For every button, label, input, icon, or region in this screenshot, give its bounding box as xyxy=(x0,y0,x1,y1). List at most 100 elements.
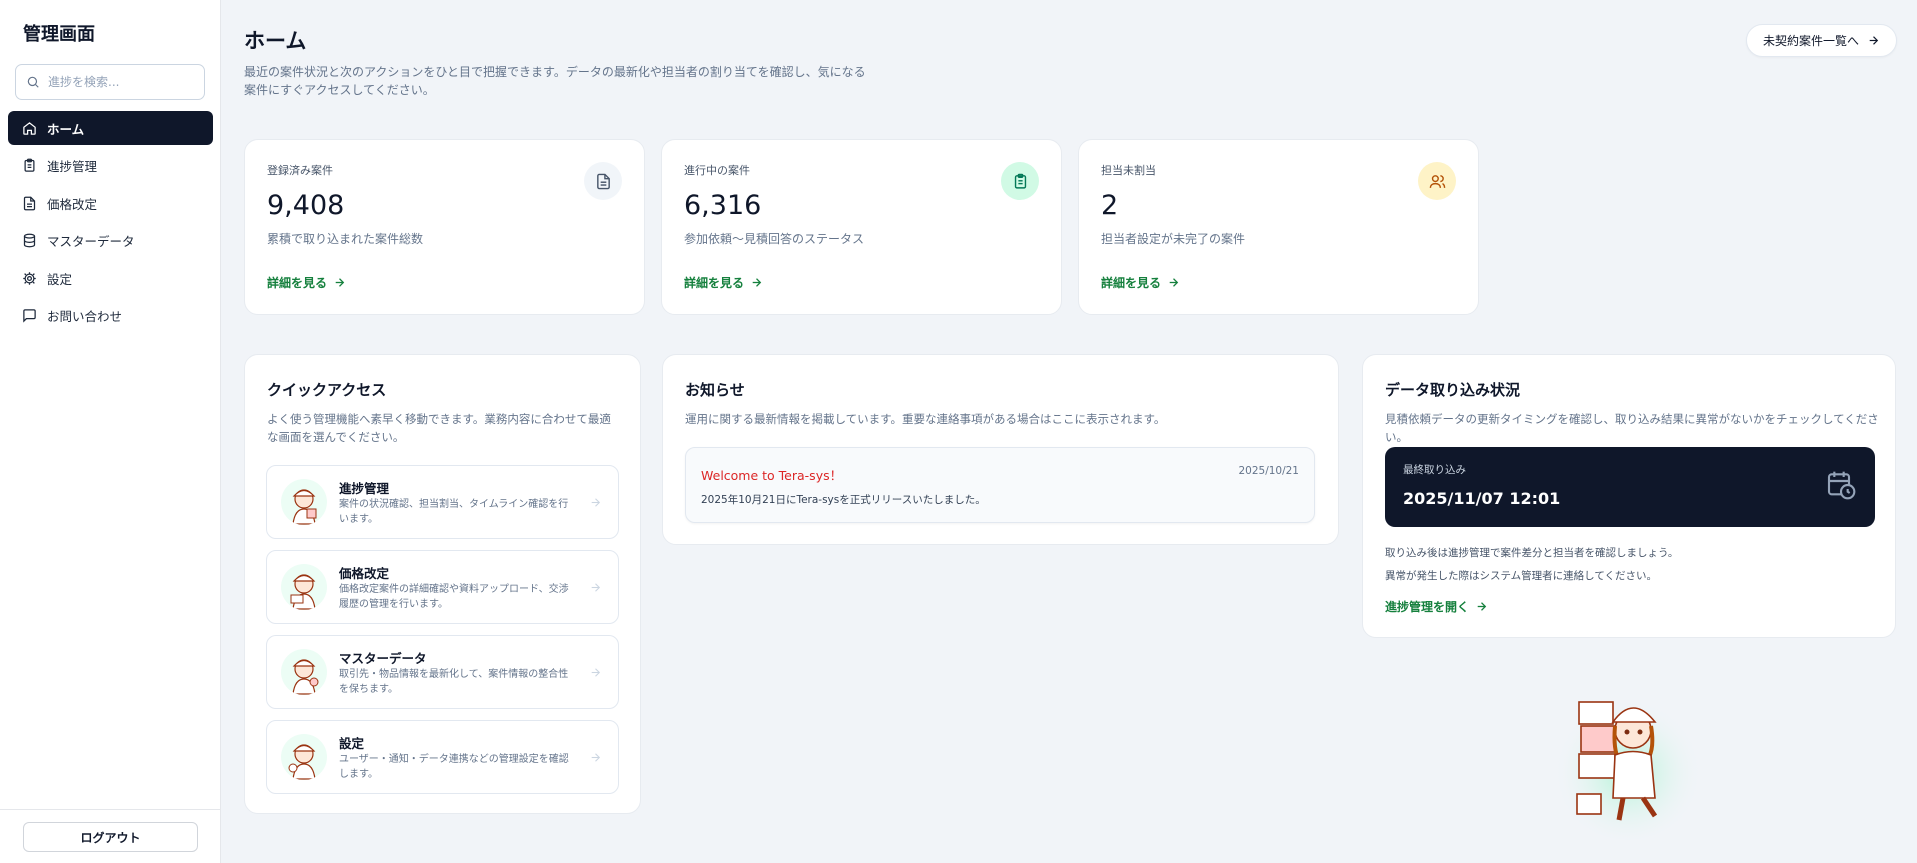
quick-access-item-progress[interactable]: 進捗管理 案件の状況確認、担当割当、タイムライン確認を行います。 xyxy=(266,465,619,539)
sidebar-item-label: 価格改定 xyxy=(47,196,98,212)
stat-detail-link[interactable]: 詳細を見る xyxy=(267,274,346,291)
gear-icon xyxy=(23,271,36,285)
arrow-right-icon xyxy=(591,668,601,677)
stat-card-in-progress: 進行中の案件 6,316 参加依頼〜見積回答のステータス 詳細を見る xyxy=(661,139,1062,315)
logout-button[interactable]: ログアウト xyxy=(23,822,198,852)
clipboard-icon xyxy=(24,158,35,172)
sidebar-nav: ホーム 進捗管理 価格改定 マスターデータ 設定 お問い合わせ xyxy=(8,111,213,336)
arrow-right-icon xyxy=(752,278,762,287)
quick-access-item-settings[interactable]: 設定 ユーザー・通知・データ連携などの管理設定を確認します。 xyxy=(266,720,619,794)
sidebar-item-label: マスターデータ xyxy=(47,234,135,249)
notice-description: 運用に関する最新情報を掲載しています。重要な連絡事項がある場合はここに表示されま… xyxy=(685,412,1166,426)
import-status-description: 見積依頼データの更新タイミングを確認し、取り込み結果に異常がないかをチェックして… xyxy=(1385,412,1879,444)
import-notes: 取り込み後は進捗管理で案件差分と担当者を確認しましょう。 異常が発生した際はシス… xyxy=(1385,542,1678,588)
import-note: 異常が発生した際はシステム管理者に連絡してください。 xyxy=(1385,570,1658,582)
stat-icon-badge xyxy=(1001,162,1039,200)
unsigned-cases-button-label: 未契約案件一覧へ xyxy=(1762,34,1859,48)
message-icon xyxy=(23,309,36,323)
last-import-label: 最終取り込み xyxy=(1403,464,1466,476)
quick-access-item-desc: 取引先・物品情報を最新化して、案件情報の整合性を保ちます。 xyxy=(339,669,569,695)
mascot-illustration xyxy=(1553,690,1703,840)
quick-access-description: よく使う管理機能へ素早く移動できます。業務内容に合わせて最適な画面を選んでくださ… xyxy=(267,412,611,444)
sidebar-item-label: 進捗管理 xyxy=(47,159,98,174)
arrow-right-icon xyxy=(1869,36,1879,45)
brand-title: 管理画面 xyxy=(23,24,95,45)
stat-value: 9,408 xyxy=(267,190,345,221)
notice-item-body: 2025年10月21日にTera-sysを正式リリースいたしました。 xyxy=(701,494,986,506)
search-input[interactable] xyxy=(48,75,198,89)
notice-panel: お知らせ 運用に関する最新情報を掲載しています。重要な連絡事項がある場合はここに… xyxy=(662,354,1339,545)
quick-access-item-master-data[interactable]: マスターデータ 取引先・物品情報を最新化して、案件情報の整合性を保ちます。 xyxy=(266,635,619,709)
stat-card-registered: 登録済み案件 9,408 累積で取り込まれた案件総数 詳細を見る xyxy=(244,139,645,315)
users-icon xyxy=(1429,174,1445,188)
sidebar-item-label: ホーム xyxy=(47,121,85,137)
notice-title: お知らせ xyxy=(685,381,745,399)
stat-value: 6,316 xyxy=(684,190,762,221)
quick-access-item-desc: ユーザー・通知・データ連携などの管理設定を確認します。 xyxy=(339,754,569,780)
stat-subtext: 参加依頼〜見積回答のステータス xyxy=(684,232,865,246)
quick-access-item-title: マスターデータ xyxy=(339,651,427,666)
arrow-right-icon xyxy=(591,583,601,592)
sidebar-item-home[interactable]: ホーム xyxy=(8,111,213,145)
stat-label: 進行中の案件 xyxy=(684,164,750,177)
sidebar-item-master-data[interactable]: マスターデータ xyxy=(8,224,213,258)
open-progress-link[interactable]: 進捗管理を開く xyxy=(1385,598,1488,615)
arrow-right-icon xyxy=(335,278,345,287)
mascot-avatar-icon xyxy=(281,564,327,610)
page-description: 最近の案件状況と次のアクションをひと目で把握できます。データの最新化や担当者の割… xyxy=(244,65,866,97)
last-import-value: 2025/11/07 12:01 xyxy=(1403,489,1561,508)
sidebar-item-settings[interactable]: 設定 xyxy=(8,261,213,295)
quick-access-item-price-revision[interactable]: 価格改定 価格改定案件の詳細確認や資料アップロード、交渉履歴の管理を行います。 xyxy=(266,550,619,624)
search-icon xyxy=(27,76,39,88)
notice-item[interactable]: Welcome to Tera-sys！ 2025/10/21 2025年10月… xyxy=(685,447,1315,523)
stat-detail-link-label: 詳細を見る xyxy=(1101,276,1162,290)
last-import-box: 最終取り込み 2025/11/07 12:01 xyxy=(1385,447,1875,527)
stat-label: 登録済み案件 xyxy=(267,164,333,177)
sidebar-item-progress[interactable]: 進捗管理 xyxy=(8,149,213,183)
search-box[interactable] xyxy=(15,64,205,100)
stat-icon-badge xyxy=(1418,162,1456,200)
stat-label: 担当未割当 xyxy=(1101,164,1156,177)
quick-access-item-title: 設定 xyxy=(339,736,365,751)
import-note: 取り込み後は進捗管理で案件差分と担当者を確認しましょう。 xyxy=(1385,547,1679,559)
mascot-avatar-icon xyxy=(281,649,327,695)
stat-value: 2 xyxy=(1101,190,1119,221)
mascot-avatar-icon xyxy=(281,479,327,525)
sidebar-item-price-revision[interactable]: 価格改定 xyxy=(8,186,213,220)
database-icon xyxy=(23,233,36,248)
quick-access-item-title: 価格改定 xyxy=(339,566,390,581)
stat-detail-link[interactable]: 詳細を見る xyxy=(1101,274,1180,291)
stat-subtext: 累積で取り込まれた案件総数 xyxy=(267,232,424,246)
stat-card-unassigned: 担当未割当 2 担当者設定が未完了の案件 詳細を見る xyxy=(1078,139,1479,315)
notice-item-title: Welcome to Tera-sys！ xyxy=(701,468,843,483)
import-status-title: データ取り込み状況 xyxy=(1385,381,1521,399)
import-status-panel: データ取り込み状況 見積依頼データの更新タイミングを確認し、取り込み結果に異常が… xyxy=(1362,354,1896,638)
mascot-avatar-icon xyxy=(281,734,327,780)
sidebar-item-contact[interactable]: お問い合わせ xyxy=(8,299,213,333)
stat-detail-link-label: 詳細を見る xyxy=(684,276,745,290)
home-icon xyxy=(23,121,36,135)
arrow-right-icon xyxy=(591,498,601,507)
page-title: ホーム xyxy=(244,29,307,53)
arrow-right-icon xyxy=(591,753,601,762)
sidebar-item-label: 設定 xyxy=(47,271,73,287)
stat-icon-badge xyxy=(584,162,622,200)
sidebar-item-label: お問い合わせ xyxy=(47,309,123,324)
sidebar: 管理画面 ホーム 進捗管理 価格改定 マスターデータ 設定 お問い合わせ xyxy=(0,0,221,863)
calendar-clock-icon xyxy=(1827,471,1856,500)
stat-detail-link-label: 詳細を見る xyxy=(267,276,328,290)
open-progress-link-label: 進捗管理を開く xyxy=(1385,600,1470,614)
quick-access-title: クイックアクセス xyxy=(267,381,387,399)
quick-access-item-desc: 価格改定案件の詳細確認や資料アップロード、交渉履歴の管理を行います。 xyxy=(339,584,569,610)
clipboard-icon xyxy=(1014,173,1026,189)
stat-detail-link[interactable]: 詳細を見る xyxy=(684,274,763,291)
document-icon xyxy=(596,173,610,189)
quick-access-item-desc: 案件の状況確認、担当割当、タイムライン確認を行います。 xyxy=(339,499,569,525)
document-icon xyxy=(23,196,36,210)
stat-subtext: 担当者設定が未完了の案件 xyxy=(1101,232,1246,246)
arrow-right-icon xyxy=(1477,602,1487,611)
arrow-right-icon xyxy=(1169,278,1179,287)
sidebar-footer: ログアウト xyxy=(0,809,220,863)
notice-item-date: 2025/10/21 xyxy=(1238,465,1299,477)
unsigned-cases-button[interactable]: 未契約案件一覧へ xyxy=(1745,24,1897,57)
